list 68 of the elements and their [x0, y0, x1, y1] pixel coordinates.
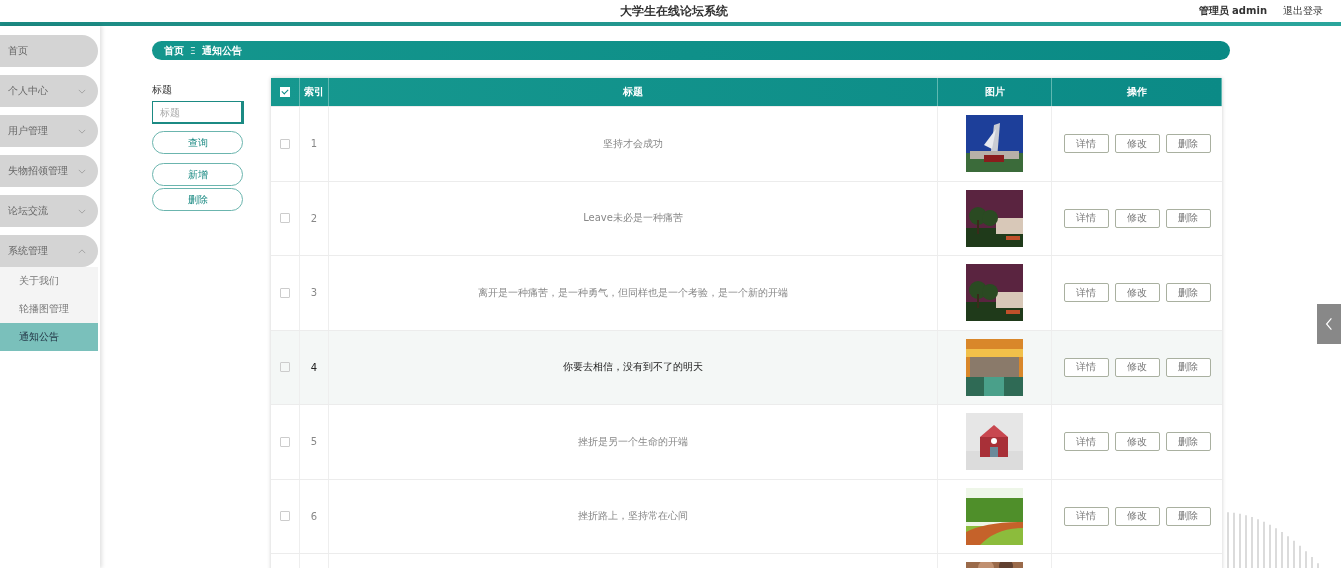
submenu-item[interactable]: 关于我们: [0, 267, 98, 295]
chevron-icon: [78, 248, 86, 254]
row-checkbox[interactable]: [280, 213, 290, 224]
action-button[interactable]: 修改: [1114, 283, 1160, 303]
title-cell: 你要去相信，没有到不了的明天: [563, 360, 703, 375]
site-title: 大学生在线论坛系统: [619, 2, 730, 20]
breadcrumb-link[interactable]: 首页: [164, 43, 184, 58]
action-button[interactable]: 修改: [1114, 506, 1160, 526]
sidebar-item[interactable]: 论坛交流: [0, 195, 98, 227]
chevron-icon: [78, 208, 86, 214]
index-cell: 4: [310, 361, 318, 373]
add-button[interactable]: 新增: [152, 163, 243, 186]
column-header: 标题: [329, 78, 938, 106]
title-search-field[interactable]: 标题: [152, 101, 244, 124]
title-cell: 挫折路上，坚持常在心间: [578, 509, 688, 524]
query-button[interactable]: 查询: [152, 131, 243, 154]
chevron-icon: [78, 168, 86, 174]
action-button[interactable]: 删除: [1165, 357, 1211, 377]
column-header: 图片: [938, 78, 1052, 106]
breadcrumb-separator: Ξ: [190, 45, 196, 56]
title-cell: 离开是一种痛苦，是一种勇气，但同样也是一个考验，是一个新的开端: [478, 285, 788, 300]
sidebar-item[interactable]: 首页: [0, 35, 98, 67]
index-cell: 6: [310, 510, 318, 522]
breadcrumb-current: 通知公告: [201, 43, 242, 58]
title-cell: Leave未必是一种痛苦: [583, 211, 683, 226]
index-cell: 5: [310, 436, 318, 448]
sidebar-item[interactable]: 失物招领管理: [0, 155, 98, 187]
action-button[interactable]: 详情: [1063, 134, 1109, 154]
user-label: 管理员 admin: [1198, 4, 1267, 18]
action-button[interactable]: 删除: [1165, 208, 1211, 228]
action-button[interactable]: 修改: [1114, 357, 1160, 377]
action-button[interactable]: 修改: [1114, 432, 1160, 452]
index-cell: 2: [310, 212, 318, 224]
logout-link[interactable]: 退出登录: [1283, 4, 1323, 18]
action-button[interactable]: 修改: [1114, 134, 1160, 154]
action-button[interactable]: 详情: [1063, 357, 1109, 377]
row-checkbox[interactable]: [280, 362, 290, 373]
column-header: 索引: [300, 78, 329, 106]
submenu-item[interactable]: 轮播图管理: [0, 295, 98, 323]
select-all-checkbox[interactable]: [280, 87, 290, 97]
action-button[interactable]: 删除: [1165, 134, 1211, 154]
sidebar-item[interactable]: 个人中心: [0, 75, 98, 107]
action-button[interactable]: 详情: [1063, 208, 1109, 228]
sidebar-item[interactable]: 用户管理: [0, 115, 98, 147]
action-button[interactable]: 删除: [1165, 283, 1211, 303]
index-cell: 3: [310, 287, 318, 299]
action-button[interactable]: 修改: [1114, 208, 1160, 228]
collapse-tab[interactable]: [1317, 304, 1341, 344]
action-button[interactable]: 详情: [1063, 506, 1109, 526]
row-checkbox[interactable]: [280, 436, 290, 447]
action-button[interactable]: 详情: [1063, 432, 1109, 452]
delete-button[interactable]: 删除: [152, 188, 243, 211]
chevron-icon: [78, 128, 86, 134]
title-cell: 坚持才会成功: [603, 136, 663, 151]
field-label: 标题: [152, 83, 172, 97]
chevron-icon: [78, 88, 86, 94]
row-checkbox[interactable]: [280, 511, 290, 522]
row-checkbox[interactable]: [280, 287, 290, 298]
column-header: 操作: [1052, 78, 1222, 106]
index-cell: 1: [310, 138, 318, 150]
action-button[interactable]: 删除: [1165, 432, 1211, 452]
submenu-item[interactable]: 通知公告: [0, 323, 98, 351]
chevron-left-icon: [1325, 317, 1333, 331]
title-cell: 挫折是另一个生命的开端: [578, 434, 688, 449]
action-button[interactable]: 删除: [1165, 506, 1211, 526]
sidebar-item[interactable]: 系统管理: [0, 235, 98, 267]
action-button[interactable]: 详情: [1063, 283, 1109, 303]
row-checkbox[interactable]: [280, 138, 290, 149]
